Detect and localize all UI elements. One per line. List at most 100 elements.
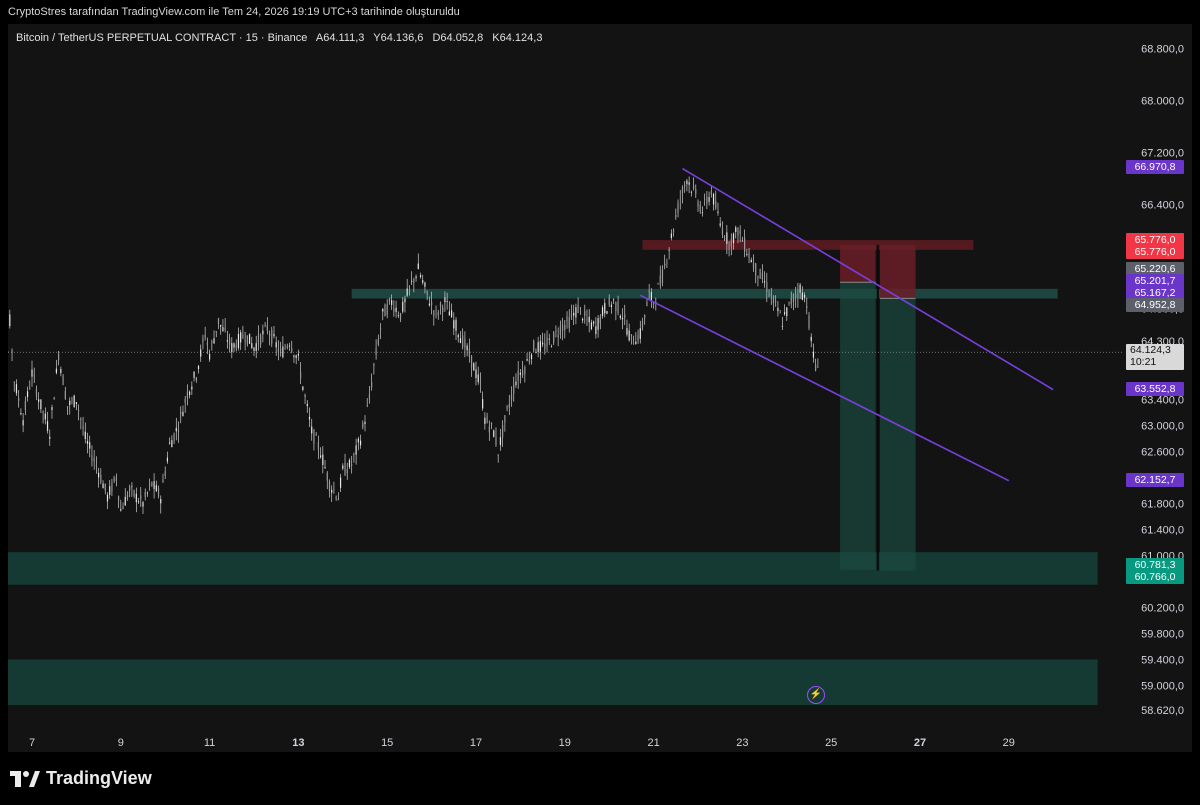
candle-body — [799, 284, 801, 293]
candle-body — [362, 423, 364, 428]
candle-body — [697, 202, 699, 207]
chart-snapshot-caption: CryptoStres tarafından TradingView.com i… — [8, 6, 460, 18]
candle-body — [679, 198, 681, 200]
candle-body — [69, 400, 71, 405]
candle-body — [566, 316, 568, 322]
candle-body — [84, 431, 86, 439]
candle-body — [122, 506, 124, 510]
tradingview-logo[interactable]: TradingView — [10, 768, 152, 789]
candle-body — [271, 330, 273, 344]
candle-body — [95, 465, 97, 467]
candle-body — [670, 233, 672, 239]
candle-body — [575, 307, 577, 318]
x-axis-tick-label: 27 — [914, 737, 926, 749]
candle-body — [164, 471, 166, 476]
candle-body — [746, 253, 748, 255]
price-label-badge: 62.152,7 — [1126, 473, 1184, 488]
y-axis-tick-label: 59.400,0 — [1141, 654, 1184, 666]
candle-body — [424, 282, 426, 287]
candle-body — [117, 496, 120, 501]
candle-body — [282, 346, 284, 358]
candle-body — [311, 426, 313, 434]
candle-body — [137, 501, 140, 503]
candle-body — [435, 309, 437, 311]
candle-body — [300, 371, 302, 379]
candle-body — [564, 324, 566, 331]
price-chart-svg[interactable]: 68.800,068.000,067.200,066.400,064.800,0… — [8, 24, 1192, 752]
candle-body — [544, 343, 546, 350]
candle-body — [462, 335, 464, 348]
chart-area[interactable]: 68.800,068.000,067.200,066.400,064.800,0… — [8, 24, 1192, 752]
candle-body — [11, 349, 13, 354]
candle-body — [29, 388, 31, 389]
candle-body — [348, 460, 351, 468]
candle-body — [573, 312, 575, 316]
candle-body — [726, 232, 728, 244]
x-axis-tick-label: 9 — [118, 737, 124, 749]
candle-body — [637, 334, 639, 342]
candle-body — [426, 290, 428, 294]
candle-body — [459, 338, 462, 343]
y-axis-tick-label: 67.200,0 — [1141, 147, 1184, 159]
candle-body — [506, 406, 508, 409]
y-axis-tick-label: 61.800,0 — [1141, 498, 1184, 510]
candle-body — [40, 399, 42, 410]
candle-body — [770, 294, 772, 296]
symbol-name[interactable]: Bitcoin / TetherUS PERPETUAL CONTRACT · … — [16, 32, 307, 44]
candle-body — [146, 492, 149, 494]
bolt-icon[interactable]: ⚡ — [807, 686, 825, 704]
candle-body — [801, 292, 803, 300]
candle-body — [186, 391, 188, 398]
candle-body — [595, 326, 597, 335]
candle-body — [353, 453, 355, 456]
candle-body — [815, 364, 817, 371]
candle-body — [273, 333, 275, 337]
candle-body — [513, 384, 515, 394]
ohlc-open: A64.111,3 — [315, 32, 365, 44]
candle-body — [752, 262, 755, 269]
candle-body — [535, 351, 537, 353]
candle-body — [473, 363, 475, 371]
candle-body — [548, 338, 550, 340]
candle-body — [169, 442, 171, 444]
candle-body — [484, 417, 486, 424]
candle-body — [317, 442, 319, 450]
candle-body — [344, 462, 346, 476]
candle-body — [577, 304, 579, 314]
candle-body — [260, 334, 262, 345]
candle-body — [160, 499, 162, 504]
y-axis-tick-label: 59.800,0 — [1141, 628, 1184, 640]
candle-body — [217, 318, 220, 324]
candle-body — [561, 325, 564, 331]
candle-body — [78, 410, 80, 411]
candle-body — [49, 436, 51, 439]
candle-body — [284, 347, 286, 349]
candle-body — [202, 338, 204, 342]
candle-body — [133, 490, 135, 497]
candle-body — [741, 240, 743, 242]
candle-body — [53, 397, 55, 400]
candle-body — [82, 426, 84, 429]
ohlc-high: Y64.136,6 — [373, 32, 424, 44]
candle-body — [86, 440, 89, 444]
candle-body — [109, 486, 111, 495]
candle-body — [328, 481, 331, 492]
candle-body — [608, 298, 610, 305]
candle-body — [339, 477, 342, 488]
candle-body — [240, 332, 242, 343]
candle-body — [568, 317, 570, 329]
candle-body — [189, 391, 191, 395]
candle-body — [422, 280, 424, 283]
candle-body — [26, 391, 29, 398]
candle-body — [446, 301, 448, 302]
x-axis-tick-label: 25 — [825, 737, 837, 749]
candle-body — [455, 319, 457, 331]
price-label-badge: 65.776,0 — [1126, 244, 1184, 259]
position-stop-zone-0 — [840, 244, 876, 283]
candle-body — [264, 324, 266, 326]
candle-body — [732, 233, 735, 244]
tradingview-logo-icon — [10, 770, 40, 787]
candle-body — [288, 345, 291, 347]
candle-body — [346, 468, 348, 474]
candle-body — [626, 328, 628, 335]
